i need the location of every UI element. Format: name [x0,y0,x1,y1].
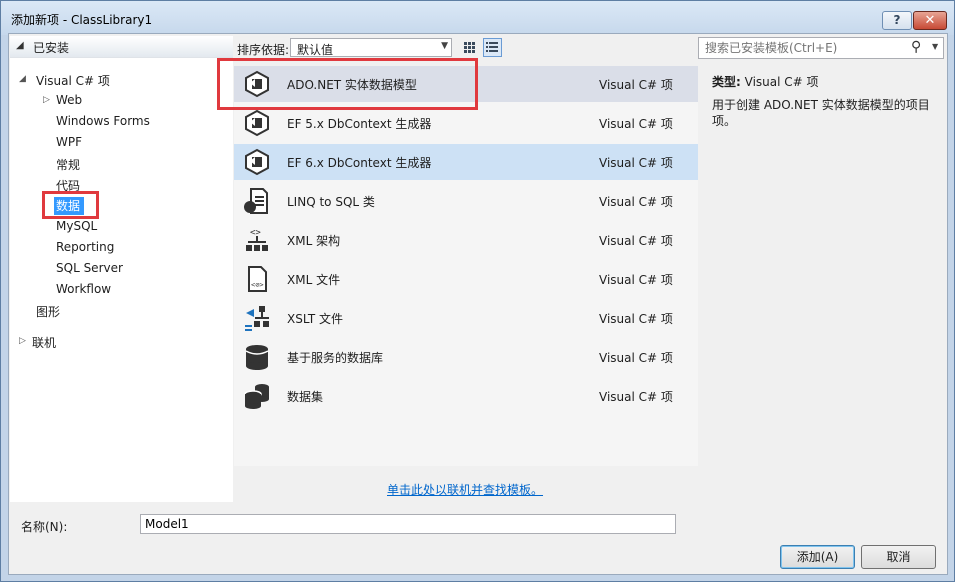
svg-text:<>: <> [250,228,261,238]
template-name: LINQ to SQL 类 [287,195,375,209]
list-view-icon [486,42,498,52]
template-type: Visual C# 项 [599,78,673,92]
description-type-value: Visual C# 项 [744,75,819,89]
expanded-arrow-icon[interactable]: ◢ [19,74,26,84]
add-new-item-dialog: 添加新项 - ClassLibrary1 ? ✕ ◢ 已安装 ◢ Visual … [0,0,955,582]
search-icon[interactable]: ⚲ [911,39,921,55]
collapsed-arrow-icon[interactable]: ▷ [43,95,50,105]
database-icon [245,345,269,370]
name-field[interactable] [140,514,676,534]
sort-label: 排序依据: [237,43,290,57]
highlight-box-data [42,191,99,219]
linq-sql-icon [244,188,268,214]
tree-item-web[interactable]: Web [56,93,82,107]
template-name: EF 6.x DbContext 生成器 [287,156,432,170]
template-name: 数据集 [287,390,324,404]
template-row-ef5-dbcontext[interactable]: EF 5.x DbContext 生成器 Visual C# 项 [234,105,698,141]
search-input[interactable] [703,40,903,56]
tree-item-sql-server[interactable]: SQL Server [56,261,123,275]
window-title: 添加新项 - ClassLibrary1 [11,13,153,27]
category-tree: ◢ 已安装 ◢ Visual C# 项 ▷ Web Windows Forms … [10,36,233,502]
ef-generator-icon [245,148,269,176]
svg-text:<⊘>: <⊘> [251,281,264,289]
list-view-button[interactable] [483,38,502,57]
collapse-arrow-icon[interactable]: ◢ [16,40,24,51]
tree-item-reporting[interactable]: Reporting [56,240,114,254]
close-button[interactable]: ✕ [913,11,947,30]
template-row-linq-to-sql[interactable]: LINQ to SQL 类 Visual C# 项 [234,183,698,219]
template-list: ADO.NET 实体数据模型 Visual C# 项 EF 5.x DbCont… [234,66,698,466]
xml-schema-icon: <> [246,228,268,251]
template-row-ef6-dbcontext[interactable]: EF 6.x DbContext 生成器 Visual C# 项 [234,144,698,180]
cancel-button[interactable]: 取消 [861,545,936,569]
xml-file-icon: <⊘> [248,266,267,292]
installed-header[interactable]: ◢ 已安装 [10,36,233,58]
tree-item-online[interactable]: 联机 [32,334,56,351]
small-icons-view-button[interactable] [460,38,479,57]
template-type: Visual C# 项 [599,156,673,170]
highlight-box-ado-net [217,58,478,110]
template-type: Visual C# 项 [599,195,673,209]
xslt-file-icon [245,306,269,331]
template-name: 基于服务的数据库 [287,351,384,365]
collapsed-arrow-icon[interactable]: ▷ [19,336,26,346]
template-row-xslt-file[interactable]: XSLT 文件 Visual C# 项 [234,300,698,336]
description-type: 类型: Visual C# 项 [712,73,819,90]
sort-value: 默认值 [297,43,334,57]
name-label: 名称(N): [21,520,68,534]
title-bar: 添加新项 - ClassLibrary1 ? ✕ [1,1,954,35]
dropdown-arrow-icon[interactable]: ▼ [932,42,938,51]
template-type: Visual C# 项 [599,117,673,131]
template-row-xml-schema[interactable]: <> XML 架构 Visual C# 项 [234,222,698,258]
template-type: Visual C# 项 [599,351,673,365]
tree-item-graphics[interactable]: 图形 [36,303,60,320]
add-button[interactable]: 添加(A) [780,545,855,569]
template-name: XSLT 文件 [287,312,344,326]
template-type: Visual C# 项 [599,312,673,326]
template-name: EF 5.x DbContext 生成器 [287,117,432,131]
description-type-label: 类型: [712,75,741,89]
search-box[interactable]: ⚲ ▼ [698,37,944,59]
tree-item-general[interactable]: 常规 [56,156,80,173]
tree-item-mysql[interactable]: MySQL [56,219,97,233]
dialog-body: ◢ 已安装 ◢ Visual C# 项 ▷ Web Windows Forms … [8,33,948,575]
tree-item-visual-csharp[interactable]: Visual C# 项 [36,72,110,89]
tree-item-workflow[interactable]: Workflow [56,282,111,296]
template-type: Visual C# 项 [599,234,673,248]
tree-item-windows-forms[interactable]: Windows Forms [56,114,150,128]
find-templates-online-link[interactable]: 单击此处以联机并查找模板。 [387,481,543,498]
template-row-xml-file[interactable]: <⊘> XML 文件 Visual C# 项 [234,261,698,297]
template-type: Visual C# 项 [599,273,673,287]
template-row-service-database[interactable]: 基于服务的数据库 Visual C# 项 [234,339,698,375]
grid-view-icon [464,42,475,53]
template-name: XML 文件 [287,273,341,287]
description-text: 用于创建 ADO.NET 实体数据模型的项目项。 [712,98,930,128]
sort-dropdown[interactable]: 默认值 ▼ [290,38,452,57]
dropdown-arrow-icon: ▼ [441,41,448,51]
installed-label: 已安装 [33,41,70,55]
help-button[interactable]: ? [882,11,912,30]
template-row-dataset[interactable]: 数据集 Visual C# 项 [234,378,698,414]
tree-item-wpf[interactable]: WPF [56,135,82,149]
ef-generator-icon [245,109,269,137]
template-type: Visual C# 项 [599,390,673,404]
template-name: XML 架构 [287,234,341,248]
dataset-icon [244,384,269,409]
